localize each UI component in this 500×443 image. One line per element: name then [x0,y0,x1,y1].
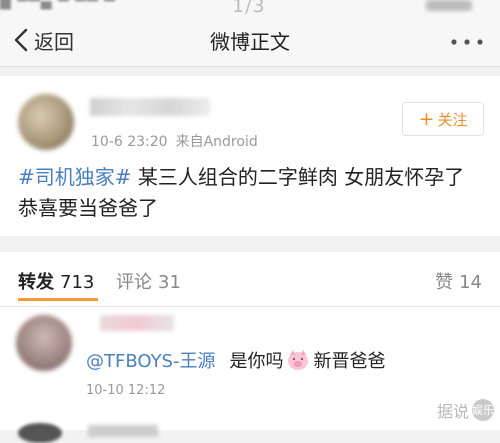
watermark-badge: 娱乐 [472,399,494,421]
pig-emoji-icon [288,350,309,370]
page-title: 微博正文 [210,30,290,54]
active-tab-indicator [18,298,98,301]
post-source: 来自Android [175,134,258,150]
like-label: 赞 [435,272,454,293]
comment-item: @TFBOYS-王源 是你吗 新晋爸爸 10-10 12:12 据说 娱乐 [0,307,500,443]
next-comment-blurred [88,425,158,437]
watermark-text: 据说 [436,402,469,421]
comment-text-after: 新晋爸爸 [313,351,386,372]
more-options-icon[interactable] [450,38,484,46]
follow-label: 关注 [437,110,468,129]
plus-icon: + [418,107,435,130]
watermark: 据说 娱乐 [437,398,494,422]
repost-count: 713 [60,272,95,293]
username-blurred[interactable] [90,98,210,116]
comment-label: 评论 [116,272,152,293]
status-bar-battery-blur [426,0,472,11]
nav-bar: 返回 微博正文 [0,14,500,67]
tab-comments[interactable]: 评论 31 [116,268,181,294]
follow-button[interactable]: + 关注 [402,102,484,136]
commenter-name-blurred[interactable] [100,315,174,331]
comment-text-before: 是你吗 [229,351,284,372]
page-indicator: 1/3 [232,0,266,17]
post-meta: 10-6 23:20 来自Android [91,131,258,151]
avatar[interactable] [16,315,72,371]
post-text: #司机独家# 某三人组合的二字鲜肉 女朋友怀孕了 恭喜要当爸爸了 [18,162,488,224]
status-bar-blurred-content: █ ▀▀▄ ▀ ▀▀ ▀ [0,0,116,10]
avatar[interactable] [18,94,74,150]
like-count: 14 [459,272,482,293]
comment-text: @TFBOYS-王源 是你吗 新晋爸爸 [86,347,385,373]
stats-bar: 转发 713 评论 31 赞 14 [0,252,500,307]
next-comment-avatar[interactable] [18,423,62,443]
comment-time: 10-10 12:12 [86,383,166,398]
tab-likes[interactable]: 赞 14 [435,268,482,294]
tab-reposts[interactable]: 转发 713 [18,268,94,294]
comment-count: 31 [158,272,181,293]
post-time: 10-6 23:20 [91,134,168,150]
post-card: 10-6 23:20 来自Android + 关注 #司机独家# 某三人组合的二字… [0,76,500,236]
repost-label: 转发 [18,272,54,293]
topic-link[interactable]: #司机独家# [18,165,132,189]
mention-link[interactable]: @TFBOYS-王源 [86,347,215,373]
